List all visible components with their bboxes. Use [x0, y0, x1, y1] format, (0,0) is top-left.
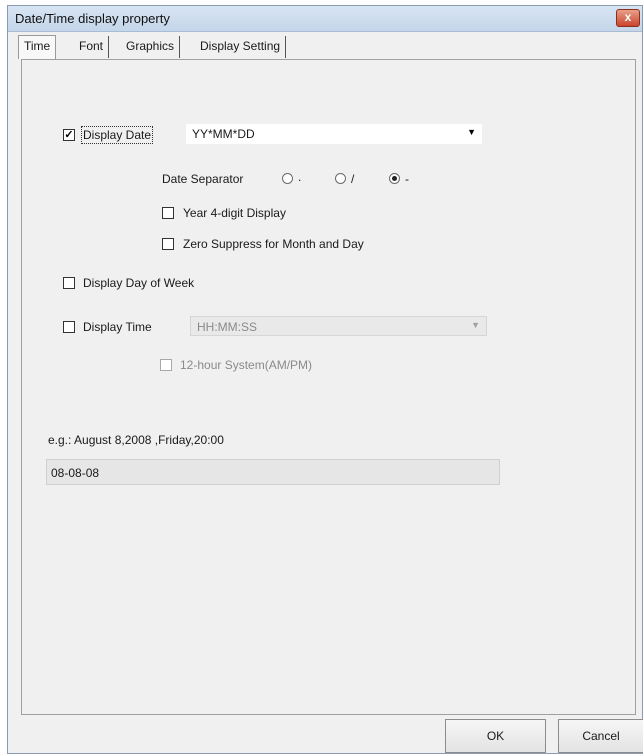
year-4digit-label: Year 4-digit Display [183, 206, 286, 220]
display-time-label: Display Time [83, 320, 152, 334]
hour12-checkbox[interactable] [160, 359, 172, 371]
separator-radio-slash[interactable] [335, 173, 346, 184]
time-format-select[interactable]: HH:MM:SS ▼ [190, 316, 487, 336]
time-tab-panel: ✓ Display Date YY*MM*DD ▼ Date Separator… [21, 59, 636, 715]
example-preview-box: 08-08-08 [46, 459, 500, 485]
dialog-window: Date/Time display property x Time Font G… [7, 5, 643, 754]
date-format-value: YY*MM*DD [192, 127, 255, 141]
separator-radio-dash[interactable] [389, 173, 400, 184]
hour12-label: 12-hour System(AM/PM) [180, 358, 313, 372]
separator-option-dot-label: . [298, 170, 302, 184]
display-day-of-week-checkbox[interactable] [63, 277, 75, 289]
close-icon: x [624, 10, 632, 24]
chevron-down-icon: ▼ [471, 320, 480, 330]
zero-suppress-checkbox[interactable] [162, 238, 174, 250]
title-bar[interactable]: Date/Time display property x [8, 6, 642, 32]
separator-option-slash-label: / [351, 172, 355, 186]
separator-radio-dot[interactable] [282, 173, 293, 184]
tab-display-setting[interactable]: Display Setting [195, 36, 287, 58]
ok-button[interactable]: OK [445, 719, 546, 753]
display-date-checkbox[interactable]: ✓ [63, 129, 75, 141]
year-4digit-checkbox[interactable] [162, 207, 174, 219]
zero-suppress-label: Zero Suppress for Month and Day [183, 237, 364, 251]
display-day-of-week-label: Display Day of Week [83, 276, 195, 290]
cancel-button[interactable]: Cancel [558, 719, 643, 753]
dialog-title: Date/Time display property [15, 11, 170, 26]
tab-graphics[interactable]: Graphics [121, 36, 181, 58]
chevron-down-icon: ▼ [467, 127, 476, 137]
close-button[interactable]: x [616, 9, 640, 27]
date-format-select[interactable]: YY*MM*DD ▼ [186, 124, 482, 144]
date-separator-label: Date Separator [162, 172, 244, 186]
separator-option-dash-label: - [405, 172, 409, 186]
example-label: e.g.: August 8,2008 ,Friday,20:00 [48, 433, 224, 447]
time-format-value: HH:MM:SS [197, 320, 257, 334]
tab-font[interactable]: Font [74, 36, 110, 58]
example-preview-value: 08-08-08 [51, 466, 100, 480]
tab-time[interactable]: Time [18, 35, 57, 59]
display-date-label[interactable]: Display Date [80, 126, 154, 144]
display-time-checkbox[interactable] [63, 321, 75, 333]
